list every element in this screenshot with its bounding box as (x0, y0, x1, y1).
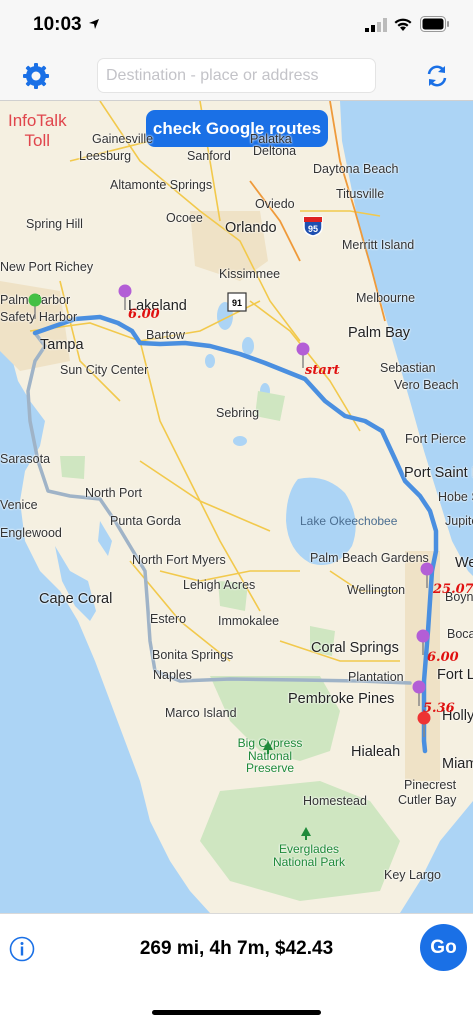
place-sebastian: Sebastian (380, 361, 436, 375)
route-summary: 269 mi, 4h 7m, $42.43 (139, 938, 334, 959)
place-marco-island: Marco Island (165, 706, 237, 720)
place-deltona: Deltona (253, 144, 297, 158)
route-map[interactable]: InfoTalk Toll check Google routes 95 91 … (0, 101, 473, 913)
place-lehigh-acres: Lehigh Acres (183, 578, 256, 592)
place-boca-raton: Boca Raton (447, 627, 473, 641)
place-englewood: Englewood (0, 526, 62, 540)
place-kissimmee: Kissimmee (219, 267, 281, 281)
toll-pin-icon[interactable] (412, 680, 426, 706)
place-sarasota: Sarasota (0, 452, 51, 466)
route-start-label: start (305, 363, 340, 378)
toll-pin-icon[interactable] (118, 284, 132, 310)
place-leesburg: Leesburg (79, 149, 132, 163)
toll-cost-label: 6.00 (128, 307, 160, 322)
destination-pin-icon[interactable] (417, 711, 431, 737)
place-new-port-richey: New Port Richey (0, 260, 94, 274)
navigation-bar (0, 50, 473, 101)
swap-route-icon[interactable] (424, 63, 450, 89)
place-venice: Venice (0, 498, 38, 512)
i95-shield-label: 95 (308, 224, 318, 234)
cellular-signal-icon (365, 18, 387, 32)
place-homestead: Homestead (303, 794, 367, 808)
logo-line1: InfoTalk (8, 111, 67, 130)
place-cutler-bay: Cutler Bay (398, 793, 457, 807)
go-button[interactable]: Go (420, 924, 467, 971)
origin-pin-icon[interactable] (28, 293, 42, 319)
park-tree-icon (301, 827, 311, 840)
battery-icon (420, 16, 449, 32)
toll-pin-icon[interactable] (420, 562, 434, 588)
place-oviedo: Oviedo (255, 197, 295, 211)
place-titusville: Titusville (336, 187, 385, 201)
location-arrow-icon (89, 19, 99, 29)
place-vero-beach: Vero Beach (394, 378, 459, 392)
place-key-largo: Key Largo (384, 868, 441, 882)
logo-line2: Toll (24, 131, 51, 151)
place-fort-pierce: Fort Pierce (405, 432, 467, 446)
place-miami: Miami (442, 756, 473, 772)
place-north-fort-myers: North Fort Myers (132, 553, 226, 567)
place-ocoee: Ocoee (166, 211, 203, 225)
place-hialeah: Hialeah (351, 744, 401, 760)
place-pembroke-pines: Pembroke Pines (288, 691, 395, 707)
toll-cost-label: 6.00 (427, 650, 459, 665)
place-bartow: Bartow (146, 328, 185, 342)
place-fort-lauderdale: Fort Lauderdale (437, 667, 473, 683)
start-pin-icon[interactable] (296, 342, 310, 368)
place-immokalee: Immokalee (218, 614, 280, 628)
place-tampa: Tampa (40, 337, 84, 353)
status-time: 10:03 (33, 14, 82, 35)
destination-search-input[interactable] (98, 59, 375, 92)
toll-pin-icon[interactable] (416, 629, 430, 655)
place-daytona: Daytona Beach (313, 162, 399, 176)
place-hobe-sound: Hobe Sound (438, 490, 473, 504)
place-estero: Estero (150, 612, 187, 626)
place-spring-hill: Spring Hill (26, 217, 83, 231)
place-pinecrest: Pinecrest (404, 778, 457, 792)
place-naples: Naples (153, 668, 192, 682)
place-gainesville: Gainesville (92, 132, 154, 146)
interstate-shield-icon: 95 (302, 215, 324, 237)
toll-cost-label: 25.07 (433, 582, 473, 597)
place-plantation: Plantation (348, 670, 404, 684)
bottom-bar: 269 mi, 4h 7m, $42.43 Go (0, 913, 473, 1024)
wifi-icon (394, 18, 412, 31)
place-sebring: Sebring (216, 406, 260, 420)
place-north-port: North Port (85, 486, 142, 500)
everglades-label: Everglades National Park (270, 843, 348, 868)
place-melbourne: Melbourne (356, 291, 416, 305)
place-cape-coral: Cape Coral (39, 591, 113, 607)
place-bonita-springs: Bonita Springs (152, 648, 234, 662)
place-port-st-lucie: Port Saint Lucie (404, 465, 473, 481)
settings-gear-icon[interactable] (22, 62, 50, 90)
state-road-shield-icon: 91 (227, 292, 247, 312)
place-sun-city-center: Sun City Center (60, 363, 149, 377)
home-indicator (152, 1010, 321, 1015)
place-palm-bay: Palm Bay (348, 325, 411, 341)
place-merritt-island: Merritt Island (342, 238, 415, 252)
status-bar: 10:03 (0, 0, 473, 50)
check-google-routes-button[interactable]: check Google routes (146, 110, 328, 147)
place-altamonte: Altamonte Springs (110, 178, 213, 192)
everglades-text: Everglades National Park (272, 842, 346, 869)
place-coral-springs: Coral Springs (311, 640, 399, 656)
fl91-shield-label: 91 (232, 298, 242, 308)
place-sanford: Sanford (187, 149, 231, 163)
place-palm-beach-gardens: Palm Beach Gardens (310, 551, 429, 565)
park-tree-icon (263, 741, 273, 754)
lake-okeechobee-label: Lake Okeechobee (300, 514, 398, 528)
place-wellington: Wellington (347, 583, 406, 597)
place-punta-gorda: Punta Gorda (110, 514, 181, 528)
place-west-palm-beach: West Palm Beach (455, 555, 473, 571)
place-orlando: Orlando (225, 220, 277, 236)
place-jupiter: Jupiter (445, 514, 473, 528)
infotalk-toll-logo: InfoTalk Toll (8, 111, 67, 152)
